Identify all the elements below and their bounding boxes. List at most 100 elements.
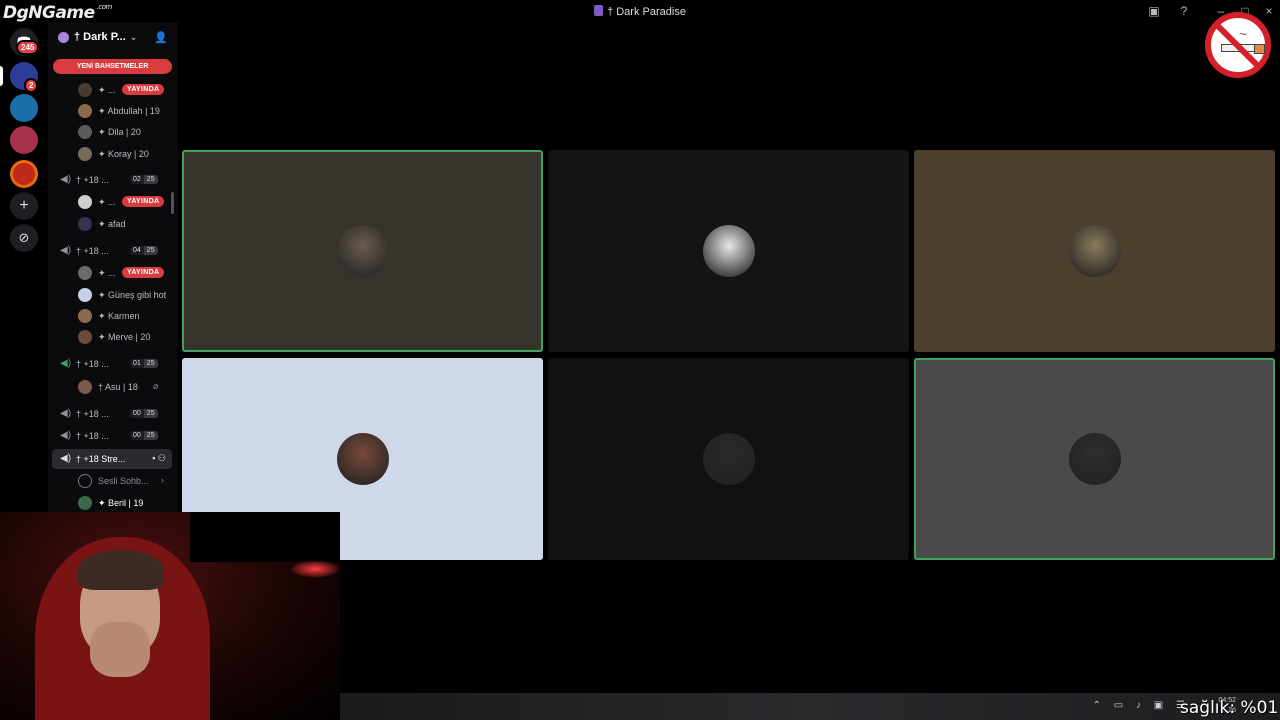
voice-channel-name: † +18 ... [76, 409, 109, 419]
chevron-down-icon: ⌄ [129, 31, 138, 42]
video-tile-participant-2[interactable] [548, 150, 909, 352]
user-avatar [78, 83, 92, 97]
user-avatar [78, 330, 92, 344]
user-avatar [78, 147, 92, 161]
no-smoking-icon: ~ [1205, 12, 1271, 78]
streamer-webcam [0, 512, 340, 720]
chevron-right-icon: › [161, 475, 164, 485]
new-mentions-button[interactable]: YENİ BAHSETMELER [53, 59, 172, 74]
participant-avatar [1069, 225, 1121, 277]
title-bar: DgNGame .com † Dark Paradise ▣ ? – □ × [0, 0, 1280, 23]
video-tile-participant-6[interactable] [914, 358, 1275, 560]
home-badge: 245 [16, 40, 40, 55]
user-count-badge: 00 25 [130, 431, 158, 440]
live-badge: YAYINDA [122, 267, 165, 278]
user-name: ✦ Beril | 19 [98, 498, 144, 508]
user-name: ✦ ... [98, 197, 116, 207]
server-rail: 245 2 + ⊘ [0, 22, 48, 512]
voice-channel[interactable]: ◀) † +18 ... 04 25 [48, 241, 178, 261]
voice-user-row[interactable]: ✦ Güneş gibi hot [48, 285, 178, 305]
system-tray-icons[interactable]: ⌃ ▭ ♪ ▣ ☰ [1093, 700, 1190, 711]
user-count: 02 [130, 175, 144, 184]
voice-channel-name: † +18 ... [76, 359, 109, 369]
user-limit: 25 [143, 409, 158, 418]
user-name: ✦ Koray | 20 [98, 149, 149, 159]
activity-name: Sesli Sohb... [98, 476, 149, 486]
voice-user-row[interactable]: ✦ Beril | 19 [48, 493, 178, 512]
explore-icon[interactable]: ⊘ [10, 224, 38, 252]
user-name: ✦ Güneş gibi hot [98, 290, 167, 300]
channel-sidebar: † Dark P... ⌄ 👤 YENİ BAHSETMELER ✦ ... YA… [48, 22, 178, 512]
activity-row[interactable]: Sesli Sohb... › [48, 471, 178, 491]
user-count: 01 [130, 359, 144, 368]
speaker-icon: ◀) [60, 408, 72, 419]
voice-channel[interactable]: ◀) † +18 ... 00 25 [48, 426, 178, 446]
user-name: ✦ Merve | 20 [98, 332, 151, 342]
close-icon[interactable]: × [1262, 4, 1276, 18]
participant-avatar [703, 225, 755, 277]
health-overlay-text: sağlık: %01 [1180, 698, 1279, 718]
speaker-icon: ◀) [60, 245, 72, 256]
user-count-badge: 01 25 [130, 359, 158, 368]
speaker-icon: ◀) [60, 430, 72, 441]
activity-icon [78, 474, 92, 488]
user-limit: 25 [143, 431, 158, 440]
server-badge: 2 [24, 78, 39, 93]
scrollbar-thumb[interactable] [171, 192, 174, 214]
user-avatar [78, 380, 92, 394]
chat-and-invite-icons[interactable]: ▪ ⚇ [152, 453, 166, 464]
voice-user-row[interactable]: ✦ Karmen [48, 306, 178, 326]
server-icon-3[interactable] [10, 126, 38, 154]
server-icon [594, 5, 604, 16]
server-icon-2[interactable] [10, 94, 38, 122]
user-avatar [78, 309, 92, 323]
voice-user-row[interactable]: † Asu | 18 ⌀ [48, 377, 178, 397]
voice-channel[interactable]: ◀) † +18 ... 02 25 [48, 170, 178, 190]
voice-user-row[interactable]: ✦ ... YAYINDA [48, 192, 178, 212]
user-avatar [78, 104, 92, 118]
user-count-badge: 02 25 [130, 175, 158, 184]
participant-avatar [703, 433, 755, 485]
add-server-icon[interactable]: + [10, 192, 38, 220]
live-badge: YAYINDA [122, 84, 165, 95]
video-tile-participant-3[interactable] [914, 150, 1275, 352]
user-name: ✦ Dila | 20 [98, 127, 141, 137]
taskbar: ⌃ ▭ ♪ ▣ ☰ 04:52 ...26 [340, 693, 1280, 720]
participant-avatar [337, 433, 389, 485]
user-name: ✦ ... [98, 85, 116, 95]
server-avatar-icon [58, 31, 69, 43]
user-name: ✦ Abdullah | 19 [98, 106, 160, 116]
user-count-badge: 04 25 [130, 246, 158, 255]
server-name: † Dark P... [74, 31, 126, 43]
speaker-icon: ◀) [60, 358, 72, 369]
user-limit: 25 [143, 359, 158, 368]
participant-avatar [1069, 433, 1121, 485]
user-avatar [78, 195, 92, 209]
voice-user-row[interactable]: ✦ Dila | 20 [48, 122, 178, 142]
user-avatar [78, 125, 92, 139]
video-tile-participant-1[interactable] [182, 150, 543, 352]
voice-user-row[interactable]: ✦ Abdullah | 19 [48, 101, 178, 121]
server-icon-4[interactable] [10, 160, 38, 188]
voice-channel-name: † +18 ... [76, 431, 109, 441]
user-avatar [78, 288, 92, 302]
user-count-badge: 00 25 [130, 409, 158, 418]
window-title: † Dark Paradise [0, 5, 1280, 18]
user-name: † Asu | 18 [98, 382, 138, 392]
voice-channel[interactable]: ◀) † +18 Stre... ▪ ⚇ [52, 449, 172, 469]
help-icon[interactable]: ? [1177, 4, 1191, 18]
muted-mic-icon: ⌀ [153, 381, 159, 391]
server-header[interactable]: † Dark P... ⌄ 👤 [48, 22, 178, 52]
voice-user-row[interactable]: ✦ ... YAYINDA [48, 80, 178, 100]
voice-user-row[interactable]: ✦ Koray | 20 [48, 144, 178, 164]
voice-user-row[interactable]: ✦ afad [48, 214, 178, 234]
user-count: 00 [130, 409, 144, 418]
voice-user-row[interactable]: ✦ Merve | 20 [48, 327, 178, 347]
inbox-icon[interactable]: ▣ [1147, 4, 1161, 18]
invite-people-icon[interactable]: 👤 [154, 31, 168, 44]
voice-channel[interactable]: ◀) † +18 ... 00 25 [48, 404, 178, 424]
voice-channel[interactable]: ◀) † +18 ... 01 25 [48, 354, 178, 374]
voice-user-row[interactable]: ✦ ... YAYINDA [48, 263, 178, 283]
video-tile-participant-5[interactable] [548, 358, 909, 560]
user-avatar [78, 217, 92, 231]
